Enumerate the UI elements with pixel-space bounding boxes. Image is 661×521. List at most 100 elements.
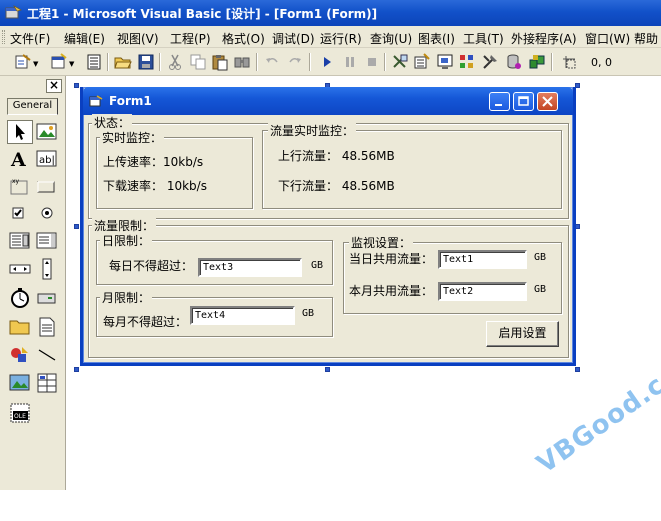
form-icon (89, 95, 103, 107)
menu-run[interactable]: 运行(R) (320, 30, 362, 47)
toolbar-separator (159, 53, 161, 71)
toolbox-close-button[interactable]: × (46, 79, 62, 93)
break-icon[interactable] (341, 53, 359, 71)
pointer-tool-icon[interactable] (7, 120, 33, 144)
resize-handle[interactable] (74, 367, 79, 372)
close-button[interactable] (537, 92, 558, 111)
listbox-tool-icon[interactable] (35, 230, 59, 252)
combobox-tool-icon[interactable] (8, 230, 32, 252)
monthly-limit-input[interactable]: Text4 (190, 306, 295, 325)
toolbox-panel: × General A ab| xy OLE (0, 76, 66, 490)
menu-bar: 文件(F) 编辑(E) 视图(V) 工程(P) 格式(O) 调试(D) 运行(R… (0, 26, 661, 48)
toolbar-separator (551, 53, 553, 71)
daily-max-label: 每日不得超过： (109, 259, 194, 273)
form1-title-bar[interactable]: Form1 (83, 87, 573, 115)
paste-icon[interactable] (211, 53, 229, 71)
hscrollbar-tool-icon[interactable] (8, 258, 32, 280)
toolbox-tab-general[interactable]: General (7, 98, 58, 115)
monthly-unit-label: GB (302, 308, 315, 319)
filelistbox-tool-icon[interactable] (35, 316, 59, 338)
minimize-button[interactable] (489, 92, 510, 111)
resize-handle[interactable] (74, 83, 79, 88)
today-usage-label: 当日共用流量： (349, 252, 434, 266)
menu-editor-icon[interactable] (85, 53, 103, 71)
start-icon[interactable] (318, 53, 336, 71)
form1-window[interactable]: Form1 状态： 实时监控： 上传速率：10kb/s 下载速率： 10kb/s… (80, 87, 576, 366)
menu-edit[interactable]: 编辑(E) (64, 30, 105, 47)
line-tool-icon[interactable] (35, 344, 59, 366)
today-usage-input[interactable]: Text1 (438, 250, 527, 269)
picturebox-tool-icon[interactable] (35, 121, 59, 143)
menu-query[interactable]: 查询(U) (370, 30, 412, 47)
optionbutton-tool-icon[interactable] (35, 202, 59, 224)
menu-view[interactable]: 视图(V) (117, 30, 159, 47)
resize-handle[interactable] (575, 367, 580, 372)
toolbar-separator (384, 53, 386, 71)
ole-tool-icon[interactable]: OLE (8, 402, 32, 424)
menu-format[interactable]: 格式(O) (222, 30, 265, 47)
daily-limit-input[interactable]: Text3 (198, 258, 302, 277)
data-tool-icon[interactable] (35, 372, 59, 394)
redo-icon[interactable] (286, 53, 304, 71)
menu-addins[interactable]: 外接程序(A) (511, 30, 577, 47)
resize-handle[interactable] (325, 367, 330, 372)
ide-title-bar[interactable]: 工程1 - Microsoft Visual Basic [设计] - [For… (0, 0, 661, 26)
svg-text:xy: xy (12, 178, 20, 185)
down-traffic-label: 下行流量： 48.56MB (278, 179, 395, 193)
drivelistbox-tool-icon[interactable] (35, 287, 59, 309)
menu-debug[interactable]: 调试(D) (272, 30, 315, 47)
vscrollbar-tool-icon[interactable] (35, 258, 59, 280)
month-usage-input[interactable]: Text2 (438, 282, 527, 301)
label-tool-icon[interactable]: A (8, 148, 32, 171)
dirlistbox-tool-icon[interactable] (8, 316, 32, 338)
object-browser-icon[interactable] (458, 53, 476, 71)
menu-diagram[interactable]: 图表(I) (418, 30, 455, 47)
traffic-monitor-frame (262, 130, 562, 209)
toolbar-separator (309, 53, 311, 71)
up-traffic-label: 上行流量： 48.56MB (278, 149, 395, 163)
form-layout-icon[interactable] (436, 53, 454, 71)
add-form-icon[interactable] (50, 53, 68, 71)
maximize-icon (518, 96, 529, 106)
checkbox-tool-icon[interactable] (8, 202, 32, 224)
component-manager-icon[interactable] (528, 53, 546, 71)
dropdown-arrow-icon[interactable]: ▼ (33, 60, 38, 68)
find-icon[interactable] (233, 53, 251, 71)
open-icon[interactable] (114, 53, 132, 71)
menu-tools[interactable]: 工具(T) (463, 30, 504, 47)
realtime-monitor-frame (96, 137, 253, 209)
resize-handle[interactable] (74, 224, 79, 229)
image-tool-icon[interactable] (8, 372, 32, 394)
cut-icon[interactable] (166, 53, 184, 71)
timer-tool-icon[interactable] (8, 287, 32, 309)
project-explorer-icon[interactable] (391, 53, 409, 71)
upload-rate-label: 上传速率：10kb/s (103, 155, 204, 169)
properties-icon[interactable] (413, 53, 431, 71)
dropdown-arrow-icon[interactable]: ▼ (69, 60, 74, 68)
save-icon[interactable] (137, 53, 155, 71)
undo-icon[interactable] (263, 53, 281, 71)
textbox-tool-icon[interactable]: ab| (35, 148, 59, 170)
frame-tool-icon[interactable]: xy (8, 175, 32, 197)
menu-help[interactable]: 帮助 (634, 30, 658, 47)
end-icon[interactable] (363, 53, 381, 71)
add-project-icon[interactable] (14, 53, 32, 71)
menu-grip[interactable] (2, 30, 5, 44)
menu-window[interactable]: 窗口(W) (585, 30, 630, 47)
apply-settings-button[interactable]: 启用设置 (486, 321, 559, 347)
copy-icon[interactable] (189, 53, 207, 71)
data-view-icon[interactable] (505, 53, 523, 71)
month-usage-label: 本月共用流量： (349, 284, 434, 298)
traffic-monitor-label: 流量实时监控： (268, 122, 357, 139)
toolbox-icon[interactable] (481, 53, 499, 71)
maximize-button[interactable] (513, 92, 534, 111)
monitor-settings-label: 监视设置： (349, 234, 414, 251)
month-unit-label: GB (534, 284, 547, 295)
realtime-monitor-label: 实时监控： (100, 129, 165, 146)
form1-title-text: Form1 (109, 94, 152, 108)
menu-project[interactable]: 工程(P) (170, 30, 211, 47)
menu-file[interactable]: 文件(F) (10, 30, 50, 47)
shape-tool-icon[interactable] (8, 344, 32, 366)
minimize-icon (495, 104, 502, 106)
commandbutton-tool-icon[interactable] (35, 175, 59, 197)
